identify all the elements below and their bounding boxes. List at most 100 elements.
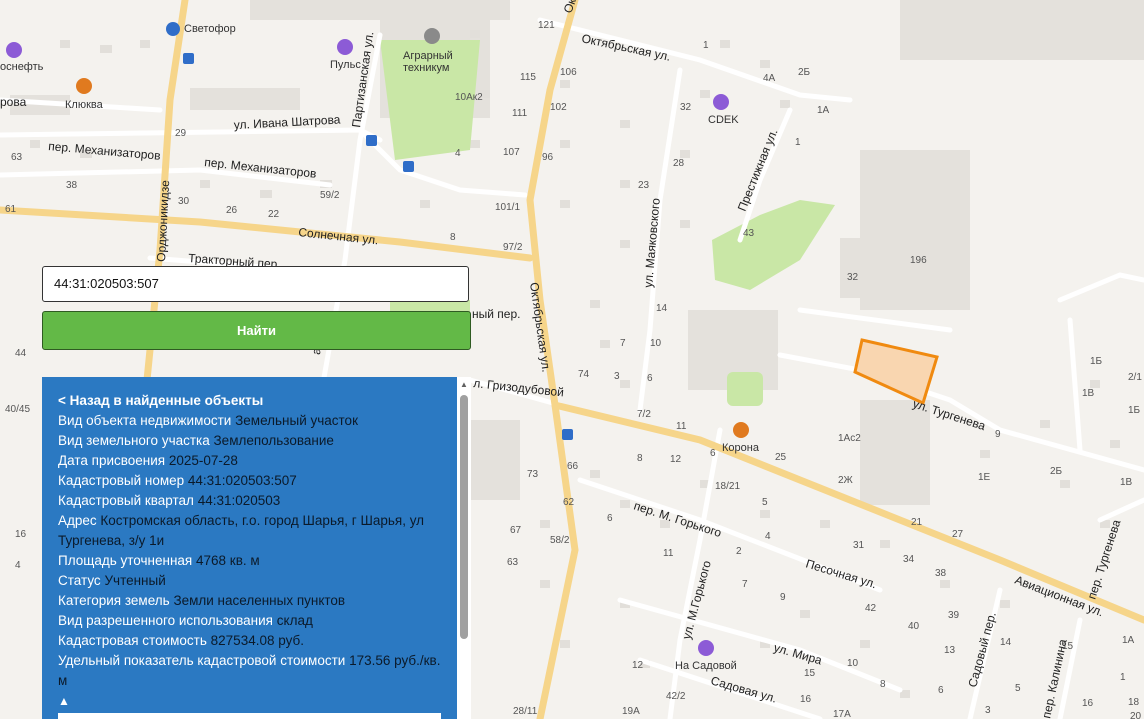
house-number: 13 [944,645,956,656]
info-row: Кадастровая стоимость 827534.08 руб. [58,631,441,651]
info-label: Вид земельного участка [58,433,210,448]
house-number: 9 [780,592,786,603]
house-number: 14 [656,303,668,314]
find-button[interactable]: Найти [42,311,471,350]
house-number: 15 [804,668,816,679]
house-number: 101/1 [495,202,520,213]
house-number: 2/1 [1128,372,1142,383]
house-number: 9 [995,429,1001,440]
house-number: 18/21 [715,481,740,492]
bus-stop-icon[interactable] [403,161,414,172]
house-number: 17А [833,709,851,719]
house-number: 2Б [798,67,811,78]
house-number: 10Ак2 [455,92,483,103]
delivery-icon [713,94,729,110]
house-number: 66 [567,461,579,472]
house-number: 28 [673,158,685,169]
panel-scrollbar-thumb[interactable] [460,395,468,639]
house-number: 115 [520,72,536,83]
house-number: 96 [542,152,554,163]
bus-stop-icon[interactable] [562,429,573,440]
house-number: 1 [1120,672,1126,683]
poi-label: CDEK [708,114,739,126]
house-number: 1Б [1128,405,1141,416]
house-number: 20 [1130,711,1142,719]
house-number: 74 [578,369,590,380]
house-number: 32 [847,272,859,283]
house-number: 1Б [1090,356,1103,367]
house-number: 1В [1082,388,1095,399]
poi-label: оснефть [0,61,44,73]
restaurant-icon [733,422,749,438]
collapse-up-icon[interactable]: ▲ [58,691,441,711]
house-number: 7 [620,338,626,349]
house-number: 1А [817,105,830,116]
poi-label: Корона [722,442,760,454]
street-label-fragment: рова [0,95,27,109]
house-number: 30 [178,196,190,207]
house-number: 6 [607,513,613,524]
info-label: Кадастровая стоимость [58,633,207,648]
house-number: 8 [637,453,643,464]
house-number: 61 [5,204,17,215]
info-value: 2025-07-28 [168,453,238,468]
house-number: 106 [560,67,577,78]
house-number: 10 [650,338,662,349]
info-value: 44:31:020503 [197,493,281,508]
house-number: 12 [670,454,682,465]
house-number: 25 [775,452,787,463]
house-number: 38 [935,568,947,579]
house-number: 107 [503,147,520,158]
cadastral-search-input[interactable]: 44:31:020503:507 [42,266,469,302]
house-number: 4 [15,560,21,571]
house-number: 4А [763,73,776,84]
info-label: Статус [58,573,101,588]
house-number: 4 [765,531,771,542]
house-number: 14 [1000,637,1012,648]
info-label: Кадастровый квартал [58,493,194,508]
house-number: 23 [638,180,650,191]
house-number: 7 [742,579,748,590]
house-number: 27 [952,529,964,540]
house-number: 19А [622,706,640,717]
bus-stop-icon[interactable] [366,135,377,146]
house-number: 1В [1120,477,1133,488]
info-row: Категория земель Земли населенных пункто… [58,591,441,611]
house-number: 3 [614,371,620,382]
house-number: 21 [911,517,923,528]
bus-stop-icon[interactable] [183,53,194,64]
info-value: Земли населенных пунктов [173,593,346,608]
poi-svetofor[interactable]: Светофор [166,22,236,36]
house-number: 196 [910,255,927,266]
info-row: Дата присвоения 2025-07-28 [58,451,441,471]
house-number: 4 [455,148,461,159]
house-number: 1Е [978,472,991,483]
info-value: 827534.08 руб. [210,633,304,648]
house-number: 34 [903,554,915,565]
house-number: 16 [1082,698,1094,709]
house-number: 18 [1128,697,1140,708]
house-number: 31 [853,540,865,551]
house-number: 43 [743,228,755,239]
house-number: 5 [1015,683,1021,694]
gas-station-icon [6,42,22,58]
house-number: 2Б [1050,466,1063,477]
info-label: Вид разрешенного использования [58,613,273,628]
panel-input-field[interactable] [58,713,441,719]
info-value: Костромская область, г.о. город Шарья, г… [58,513,425,548]
info-label: Категория земель [58,593,170,608]
house-number: 3 [985,705,991,716]
scroll-up-icon[interactable]: ▲ [459,380,469,390]
object-info-panel: < Назад в найденные объекты Вид объекта … [42,377,457,719]
house-number: 2Ж [838,475,854,486]
house-number: 22 [268,209,280,220]
back-to-results-link[interactable]: < Назад в найденные объекты [58,391,441,411]
info-row: Адрес Костромская область, г.о. город Ша… [58,511,441,551]
house-number: 29 [175,128,187,139]
house-number: 10 [847,658,859,669]
street-label-fragment: ный пер. [472,307,520,321]
hotel-icon [698,640,714,656]
house-number: 11 [676,421,687,432]
info-value: 44:31:020503:507 [187,473,297,488]
info-row: Статус Учтенный [58,571,441,591]
